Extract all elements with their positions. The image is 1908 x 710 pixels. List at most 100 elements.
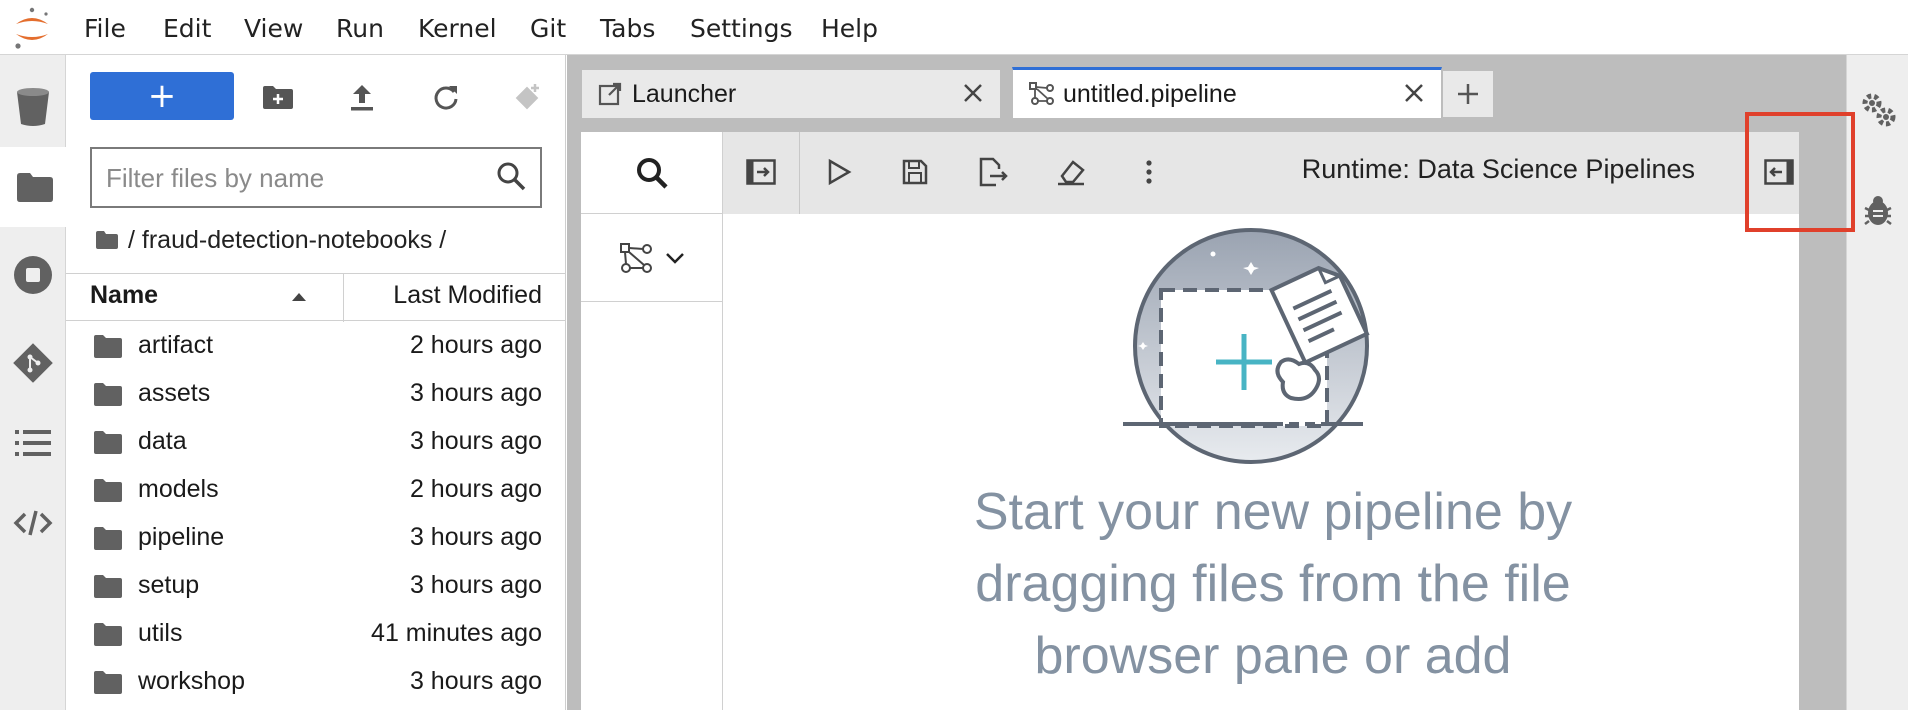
more-vertical-icon bbox=[1146, 160, 1152, 184]
bug-icon bbox=[1864, 196, 1892, 225]
column-name-header[interactable]: Name bbox=[90, 281, 158, 310]
property-inspector-button[interactable] bbox=[1847, 79, 1908, 139]
palette-search-button[interactable] bbox=[581, 132, 722, 214]
refresh-button[interactable] bbox=[426, 77, 466, 117]
palette-nodes-toggle[interactable] bbox=[581, 214, 722, 302]
save-pipeline-button[interactable] bbox=[895, 152, 935, 192]
menu-view[interactable]: View bbox=[244, 12, 303, 46]
tab-bar: Launcher untitled.pipeline bbox=[567, 55, 1846, 119]
search-icon bbox=[497, 162, 526, 191]
close-icon[interactable] bbox=[962, 82, 984, 104]
empty-pipeline-message: Start your new pipeline by dragging file… bbox=[973, 483, 1573, 685]
upload-button[interactable] bbox=[342, 77, 382, 117]
tab-untitled-pipeline[interactable]: untitled.pipeline bbox=[1012, 67, 1442, 119]
export-pipeline-button[interactable] bbox=[973, 152, 1013, 192]
git-clone-button[interactable] bbox=[508, 77, 548, 117]
menu-file[interactable]: File bbox=[84, 12, 126, 46]
node-palette bbox=[581, 132, 723, 710]
folder-icon bbox=[94, 431, 122, 454]
sort-ascending-icon[interactable] bbox=[291, 292, 307, 302]
menu-tabs[interactable]: Tabs bbox=[600, 12, 655, 46]
file-name: models bbox=[138, 475, 219, 503]
plus-icon bbox=[1458, 84, 1478, 104]
search-icon bbox=[636, 157, 668, 189]
file-row[interactable]: pipeline 3 hours ago bbox=[66, 515, 566, 563]
menu-settings[interactable]: Settings bbox=[690, 12, 793, 46]
eraser-icon bbox=[1058, 160, 1085, 186]
run-icon bbox=[828, 158, 852, 186]
file-modified: 3 hours ago bbox=[409, 427, 542, 455]
breadcrumb: / fraud-detection-notebooks / bbox=[96, 220, 446, 260]
menu-kernel[interactable]: Kernel bbox=[418, 12, 497, 46]
menu-git[interactable]: Git bbox=[530, 12, 566, 46]
menu-edit[interactable]: Edit bbox=[163, 12, 211, 46]
activity-code-icon[interactable] bbox=[0, 483, 66, 563]
close-icon[interactable] bbox=[1403, 82, 1425, 104]
file-modified: 3 hours ago bbox=[409, 667, 542, 695]
file-browser-panel: + / fraud-detection-notebooks / Name Las… bbox=[66, 55, 566, 710]
toggle-properties-panel-button[interactable] bbox=[1759, 152, 1799, 192]
file-list: artifact 2 hours ago assets 3 hours ago … bbox=[66, 323, 566, 707]
activity-folder-icon[interactable] bbox=[0, 147, 66, 227]
folder-icon bbox=[94, 383, 122, 406]
file-row[interactable]: setup 3 hours ago bbox=[66, 563, 566, 611]
upload-icon bbox=[351, 85, 373, 111]
toolbar-separator bbox=[799, 132, 800, 214]
more-options-button[interactable] bbox=[1129, 152, 1169, 192]
menu-bar: File Edit View Run Kernel Git Tabs Setti… bbox=[0, 0, 1908, 55]
git-clone-icon bbox=[515, 84, 539, 110]
file-row[interactable]: models 2 hours ago bbox=[66, 467, 566, 515]
file-row[interactable]: data 3 hours ago bbox=[66, 419, 566, 467]
pipeline-editor: Runtime: Data Science Pipelines Start yo… bbox=[581, 132, 1813, 710]
run-pipeline-button[interactable] bbox=[819, 152, 859, 192]
debugger-button[interactable] bbox=[1847, 181, 1908, 241]
file-name: utils bbox=[138, 619, 183, 647]
pipeline-toolbar: Runtime: Data Science Pipelines bbox=[723, 132, 1813, 214]
file-name: workshop bbox=[138, 667, 245, 695]
file-row[interactable]: workshop 3 hours ago bbox=[66, 659, 566, 707]
filter-files-input[interactable] bbox=[106, 161, 486, 195]
pipeline-icon bbox=[619, 242, 652, 273]
activity-bin-icon[interactable] bbox=[0, 67, 66, 147]
folder-icon bbox=[94, 575, 122, 598]
launch-icon bbox=[598, 82, 622, 106]
file-modified: 3 hours ago bbox=[409, 523, 542, 551]
add-tab-button[interactable] bbox=[1443, 71, 1493, 117]
column-modified-header[interactable]: Last Modified bbox=[393, 281, 542, 310]
new-folder-button[interactable] bbox=[258, 77, 298, 117]
new-launcher-label: + bbox=[147, 76, 177, 116]
main-area: Launcher untitled.pipeline Runtime: Data… bbox=[567, 55, 1846, 710]
file-modified: 2 hours ago bbox=[409, 475, 542, 503]
menu-help[interactable]: Help bbox=[821, 12, 878, 46]
folder-icon bbox=[94, 671, 122, 694]
menu-run[interactable]: Run bbox=[336, 12, 384, 46]
left-activity-bar bbox=[0, 55, 66, 710]
file-modified: 3 hours ago bbox=[409, 379, 542, 407]
open-panel-button[interactable] bbox=[741, 152, 781, 192]
file-name: artifact bbox=[138, 331, 214, 359]
file-row[interactable]: assets 3 hours ago bbox=[66, 371, 566, 419]
editor-right-strip bbox=[1799, 55, 1846, 710]
tab-launcher[interactable]: Launcher bbox=[581, 69, 1001, 119]
clear-pipeline-button[interactable] bbox=[1051, 152, 1091, 192]
new-launcher-button[interactable]: + bbox=[90, 72, 234, 120]
tab-label: untitled.pipeline bbox=[1063, 80, 1237, 108]
breadcrumb-path[interactable]: / fraud-detection-notebooks / bbox=[128, 226, 446, 255]
pipeline-canvas[interactable]: Start your new pipeline by dragging file… bbox=[723, 214, 1813, 710]
new-folder-icon bbox=[263, 86, 293, 109]
activity-toc-icon[interactable] bbox=[0, 403, 66, 483]
folder-icon[interactable] bbox=[96, 231, 118, 249]
file-modified: 41 minutes ago bbox=[371, 619, 542, 647]
tab-label: Launcher bbox=[632, 80, 737, 108]
chevron-down-icon bbox=[665, 252, 684, 264]
jupyter-logo[interactable] bbox=[12, 6, 52, 50]
file-list-header: Name Last Modified bbox=[66, 273, 566, 322]
file-modified: 3 hours ago bbox=[409, 571, 542, 599]
file-name: data bbox=[138, 427, 187, 455]
column-divider[interactable] bbox=[343, 274, 344, 322]
activity-git-icon[interactable] bbox=[0, 323, 66, 403]
file-row[interactable]: utils 41 minutes ago bbox=[66, 611, 566, 659]
activity-running-icon[interactable] bbox=[0, 235, 66, 315]
file-name: setup bbox=[138, 571, 200, 599]
file-row[interactable]: artifact 2 hours ago bbox=[66, 323, 566, 371]
